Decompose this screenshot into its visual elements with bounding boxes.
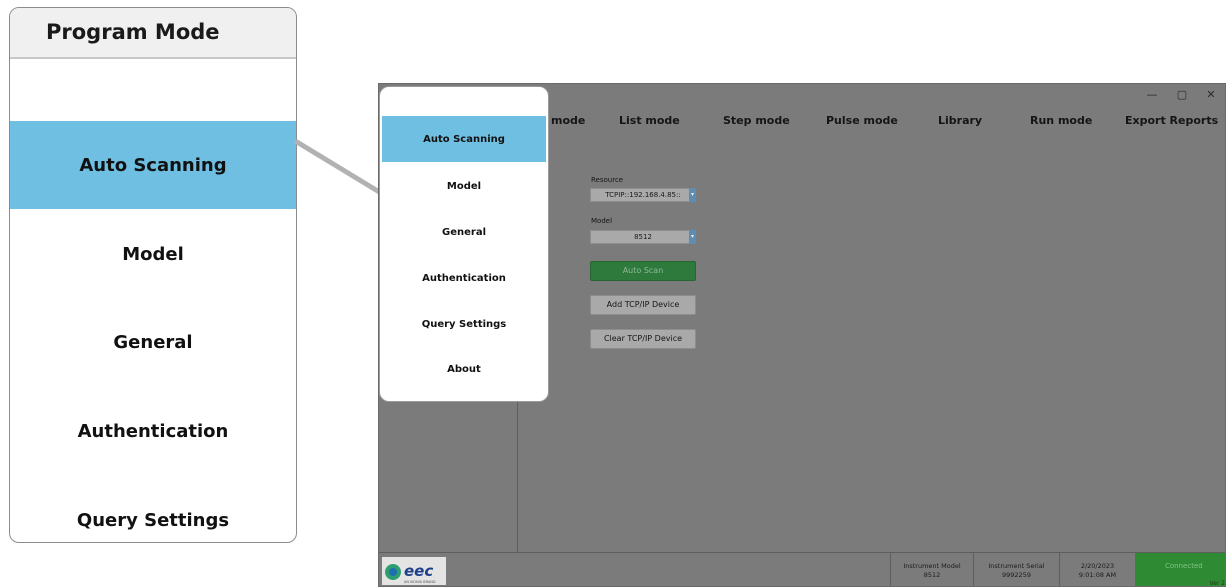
- version-label: Ver 2: [1209, 580, 1225, 587]
- add-tcpip-device-button[interactable]: Add TCP/IP Device: [590, 295, 696, 315]
- auto-scan-button[interactable]: Auto Scan: [590, 261, 696, 281]
- model-dropdown-icon[interactable]: ▾: [689, 230, 696, 244]
- svg-text:eec: eec: [404, 562, 433, 580]
- clear-tcpip-device-button[interactable]: Clear TCP/IP Device: [590, 329, 696, 349]
- status-date: 2/20/2023: [1080, 562, 1115, 570]
- connection-status-text: Connected: [1165, 562, 1203, 570]
- close-icon[interactable]: ✕: [1201, 87, 1221, 103]
- zoomed-menu-callout: Program Mode Auto Scanning Model General…: [9, 7, 297, 543]
- datetime-cell: 2/20/2023 9:01:08 AM: [1059, 553, 1135, 586]
- minimize-icon[interactable]: —: [1142, 87, 1162, 103]
- model-select[interactable]: 8512: [590, 230, 696, 244]
- model-label: Model: [591, 217, 613, 225]
- zoom-item-auto-scanning[interactable]: Auto Scanning: [10, 121, 296, 209]
- zoom-title: Program Mode: [10, 8, 296, 59]
- zoom-item-model[interactable]: Model: [10, 210, 296, 298]
- instrument-serial-cell: Instrument Serial 9992259: [973, 553, 1059, 586]
- program-mode-menu: Auto Scanning Model General Authenticati…: [380, 87, 548, 401]
- zoom-item-query-settings[interactable]: Query Settings: [10, 476, 296, 542]
- menu-item-about[interactable]: About: [382, 346, 546, 392]
- connection-status-badge: Connected Ver 2: [1135, 553, 1225, 587]
- resource-dropdown-icon[interactable]: ▾: [689, 188, 696, 202]
- eec-logo: eec AN IKONIX BRAND: [382, 557, 446, 585]
- eec-logo-icon: eec AN IKONIX BRAND: [385, 562, 436, 584]
- tab-export-reports[interactable]: Export Reports: [1125, 114, 1218, 136]
- menu-item-auto-scanning[interactable]: Auto Scanning: [382, 116, 546, 162]
- maximize-icon[interactable]: ▢: [1172, 87, 1192, 103]
- tab-mode[interactable]: mode: [551, 114, 585, 136]
- instrument-model-cell: Instrument Model 8512: [890, 553, 973, 586]
- resource-select[interactable]: TCPIP::192.168.4.85::: [590, 188, 696, 202]
- tab-pulse-mode[interactable]: Pulse mode: [826, 114, 898, 136]
- status-time: 9:01:08 AM: [1078, 571, 1117, 579]
- tab-list-mode[interactable]: List mode: [619, 114, 680, 136]
- instrument-serial-value: 9992259: [1002, 571, 1031, 579]
- zoom-item-general[interactable]: General: [10, 298, 296, 386]
- instrument-serial-label: Instrument Serial: [988, 562, 1045, 570]
- menu-item-model[interactable]: Model: [382, 163, 546, 209]
- status-bar: eec AN IKONIX BRAND Instrument Model 851…: [379, 552, 1225, 587]
- resource-label: Resource: [591, 176, 624, 184]
- menu-item-authentication[interactable]: Authentication: [382, 255, 546, 301]
- tab-library[interactable]: Library: [938, 114, 982, 136]
- menu-item-general[interactable]: General: [382, 209, 546, 255]
- zoom-item-authentication[interactable]: Authentication: [10, 387, 296, 475]
- instrument-model-value: 8512: [923, 571, 941, 579]
- instrument-model-label: Instrument Model: [903, 562, 961, 570]
- tab-step-mode[interactable]: Step mode: [723, 114, 790, 136]
- menu-item-query-settings[interactable]: Query Settings: [382, 301, 546, 347]
- tab-run-mode[interactable]: Run mode: [1030, 114, 1092, 136]
- auto-scan-content: Resource TCPIP::192.168.4.85:: ▾ Model 8…: [518, 144, 1225, 552]
- svg-text:AN IKONIX BRAND: AN IKONIX BRAND: [404, 580, 436, 584]
